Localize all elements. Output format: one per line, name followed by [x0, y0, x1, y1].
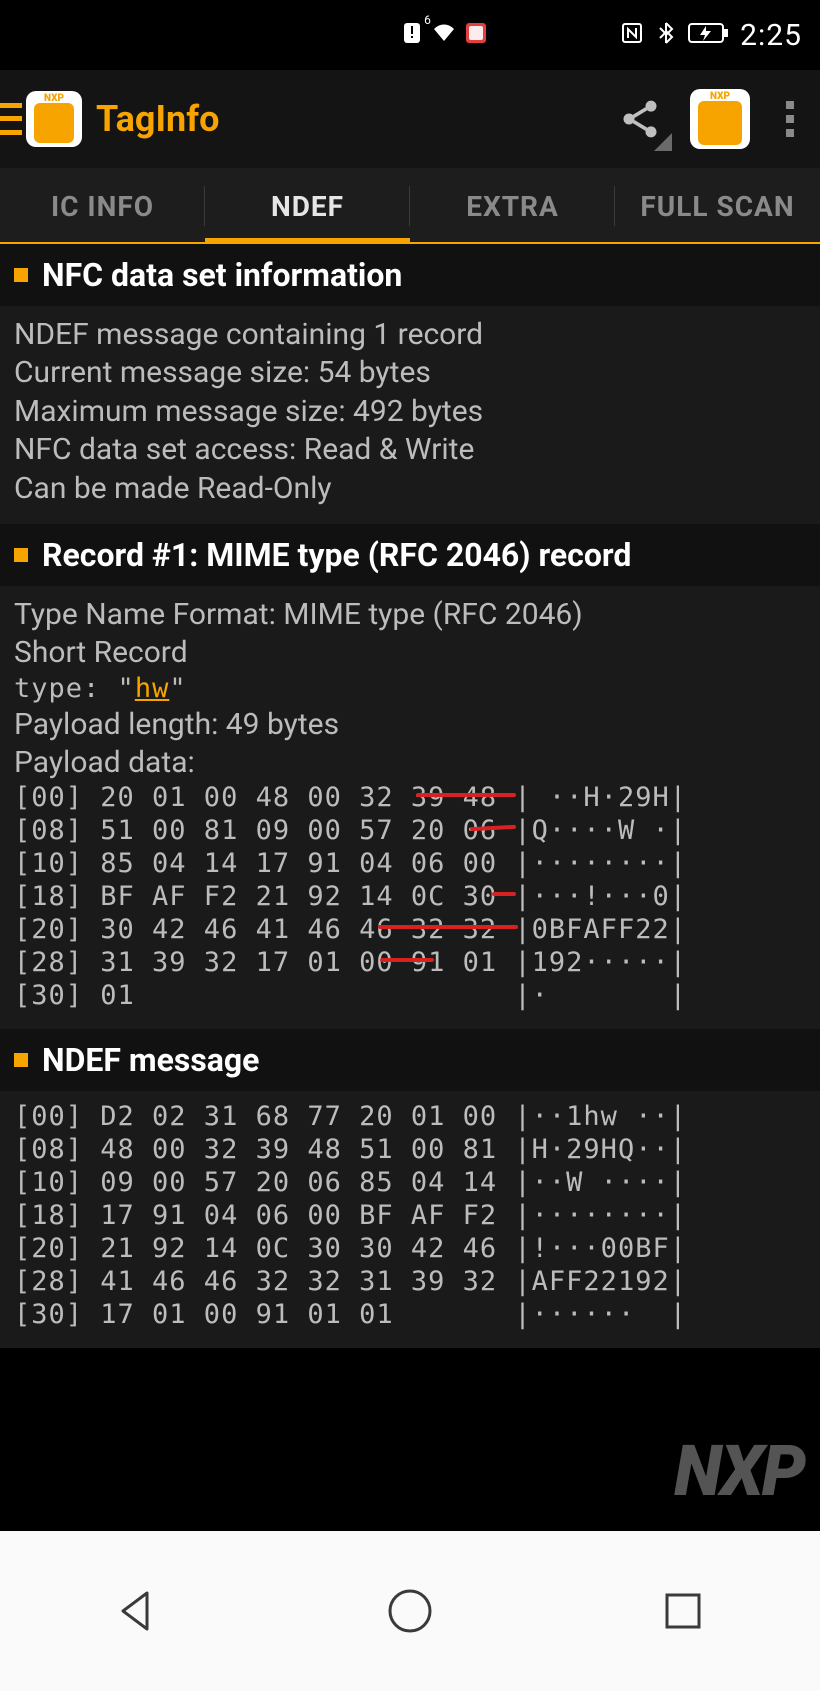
status-clock: 2:25	[740, 18, 802, 53]
section-body-info: NDEF message containing 1 recordCurrent …	[0, 306, 820, 524]
menu-button[interactable]	[0, 99, 22, 139]
record-type-row: type: "hw"	[14, 673, 806, 706]
notification-app-icon	[464, 19, 488, 52]
nxp-watermark: NXP	[674, 1431, 804, 1513]
bullet-icon	[14, 548, 28, 562]
notification-alert-icon	[400, 19, 424, 52]
tab-label: IC INFO	[51, 190, 154, 223]
section-title: NFC data set information	[42, 256, 402, 294]
record-type-link[interactable]: hw	[135, 673, 170, 704]
tab-strip: IC INFO NDEF EXTRA FULL SCAN	[0, 168, 820, 244]
system-nav-bar	[0, 1531, 820, 1691]
tab-label: NDEF	[271, 190, 344, 223]
tab-full-scan[interactable]: FULL SCAN	[615, 168, 820, 244]
wifi-icon: 6	[432, 19, 456, 52]
section-title: Record #1: MIME type (RFC 2046) record	[42, 536, 631, 574]
nav-home-button[interactable]	[382, 1583, 438, 1639]
nav-recent-button[interactable]	[655, 1583, 711, 1639]
content-scroll[interactable]: NFC data set information NDEF message co…	[0, 244, 820, 1348]
tab-label: EXTRA	[466, 190, 559, 223]
app-title: TagInfo	[96, 98, 610, 140]
info-line: Current message size: 54 bytes	[14, 354, 806, 392]
status-bar: 6 2:25	[0, 0, 820, 70]
record-payload-len: Payload length: 49 bytes	[14, 706, 806, 744]
hexdump-msg: [00] D2 02 31 68 77 20 01 00 |··1hw ··| …	[14, 1101, 806, 1332]
section-title: NDEF message	[42, 1041, 259, 1079]
section-header-msg: NDEF message	[0, 1029, 820, 1091]
bluetooth-icon	[654, 19, 678, 52]
bullet-icon	[14, 1053, 28, 1067]
info-line: NFC data set access: Read & Write	[14, 431, 806, 469]
bullet-icon	[14, 268, 28, 282]
section-body-msg: [00] D2 02 31 68 77 20 01 00 |··1hw ··| …	[0, 1091, 820, 1348]
tab-label: FULL SCAN	[640, 190, 794, 223]
nfc-icon	[620, 19, 644, 52]
record-short: Short Record	[14, 634, 806, 672]
section-body-record: Type Name Format: MIME type (RFC 2046) S…	[0, 586, 820, 1029]
tab-extra[interactable]: EXTRA	[410, 168, 615, 244]
info-line: Can be made Read-Only	[14, 470, 806, 508]
tagwriter-button[interactable]: NXP	[690, 89, 750, 149]
info-line: Maximum message size: 492 bytes	[14, 393, 806, 431]
tab-ic-info[interactable]: IC INFO	[0, 168, 205, 244]
section-header-info: NFC data set information	[0, 244, 820, 306]
hexdump-record: [00] 20 01 00 48 00 32 39 48 | ··H·29H| …	[14, 782, 806, 1013]
section-header-record: Record #1: MIME type (RFC 2046) record	[0, 524, 820, 586]
record-payload-label: Payload data:	[14, 744, 806, 782]
record-tnf: Type Name Format: MIME type (RFC 2046)	[14, 596, 806, 634]
battery-charging-icon	[688, 19, 730, 52]
app-logo-icon: NXP	[26, 91, 82, 147]
overflow-menu-button[interactable]	[770, 101, 810, 137]
app-bar: NXP TagInfo NXP	[0, 70, 820, 168]
nav-back-button[interactable]	[109, 1583, 165, 1639]
tab-ndef[interactable]: NDEF	[205, 168, 410, 244]
share-button[interactable]	[610, 89, 670, 149]
info-line: NDEF message containing 1 record	[14, 316, 806, 354]
